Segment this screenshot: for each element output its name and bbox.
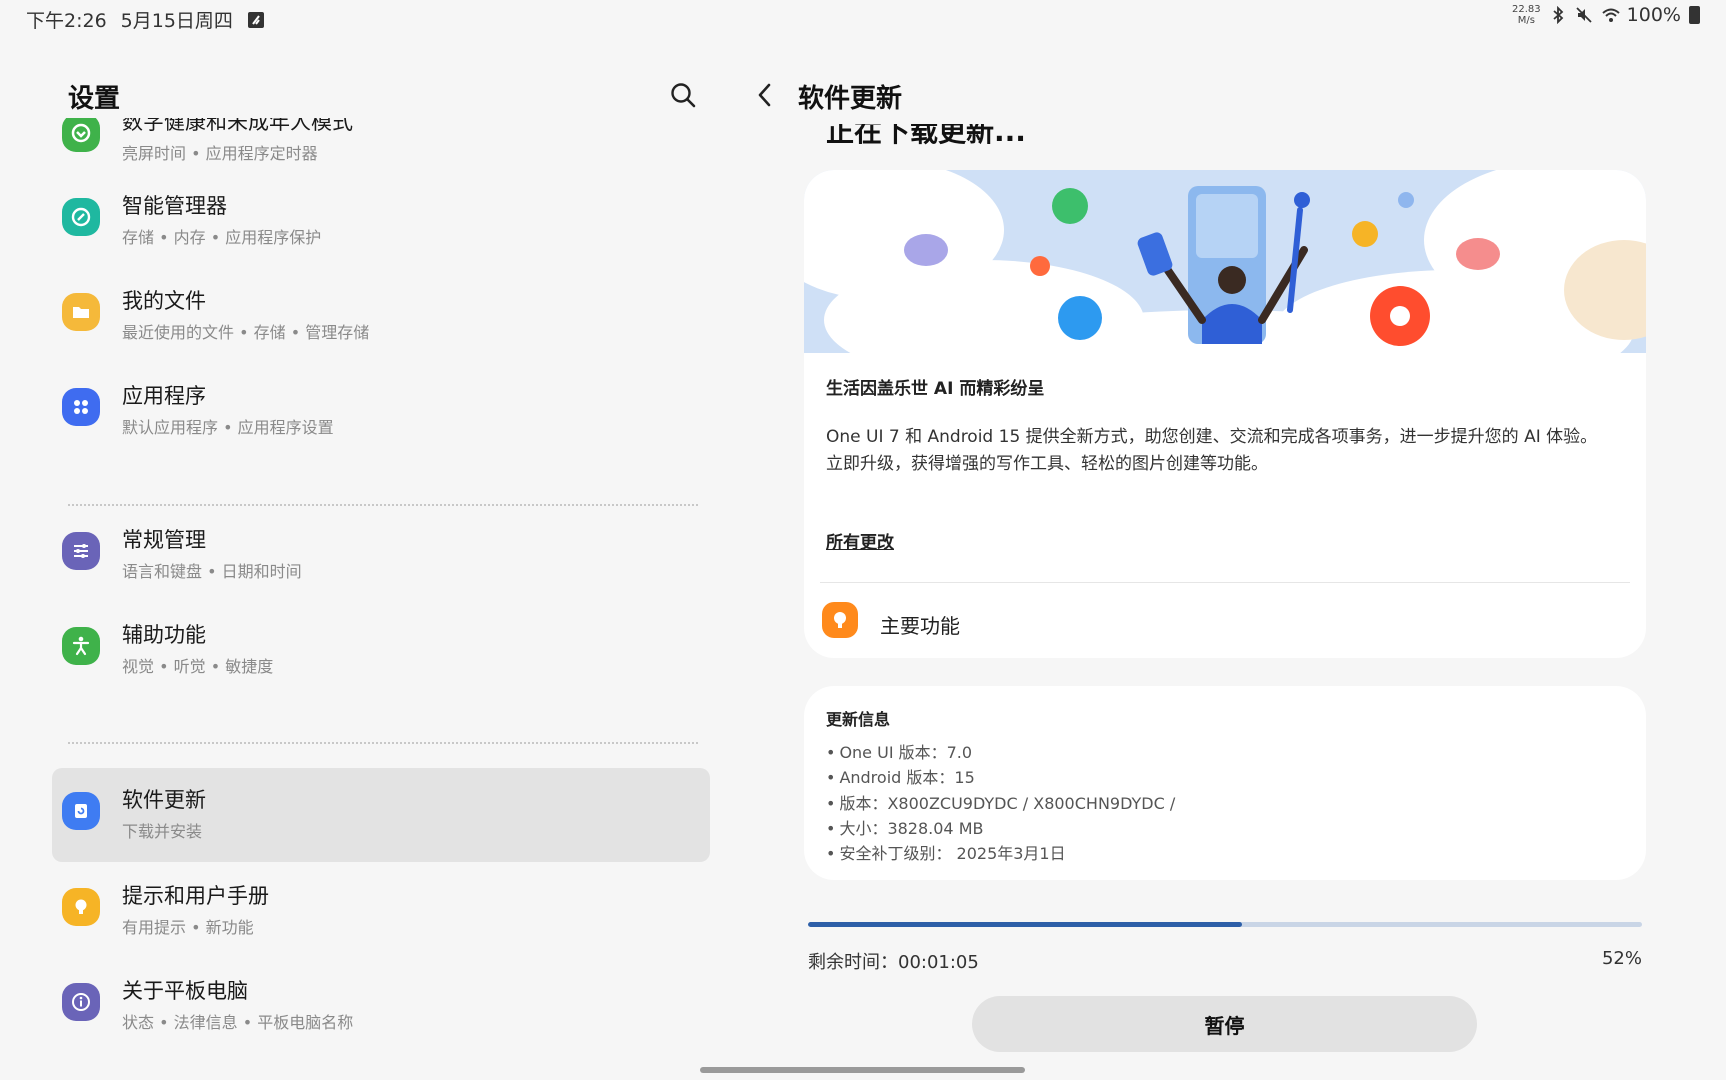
list-item-subtitle: 默认应用程序 • 应用程序设置	[122, 418, 334, 437]
list-item-label: 智能管理器	[122, 194, 227, 218]
battery-percent: 100%	[1626, 4, 1681, 26]
info-icon	[62, 983, 100, 1021]
device-care-icon	[62, 198, 100, 236]
wifi-icon	[1601, 6, 1620, 24]
update-info-title: 更新信息	[826, 710, 891, 729]
nfc-icon	[247, 11, 265, 29]
status-bar: 下午2:26 5月15日周四 22.83 M/s 100%	[0, 0, 1726, 36]
info-item-android-version: Android 版本：15	[826, 765, 1175, 790]
list-item-subtitle: 最近使用的文件 • 存储 • 管理存储	[122, 323, 370, 342]
screen: 下午2:26 5月15日周四 22.83 M/s 100% 设置 数字健康和未成…	[0, 0, 1726, 1080]
list-item-subtitle: 下载并安装	[122, 822, 203, 841]
list-item-software-update[interactable]: 软件更新 下载并安装	[52, 768, 710, 862]
lightbulb-icon	[822, 602, 858, 638]
card-divider	[820, 582, 1630, 583]
navigation-handle[interactable]	[700, 1067, 1025, 1073]
list-item-apps[interactable]: 应用程序 默认应用程序 • 应用程序设置	[52, 364, 710, 456]
list-item-label: 常规管理	[122, 528, 206, 552]
software-update-icon	[62, 792, 100, 830]
bluetooth-icon	[1549, 5, 1567, 25]
download-status-heading: 正在下载更新...	[826, 124, 1026, 148]
accessibility-icon	[62, 627, 100, 665]
list-item-label: 辅助功能	[122, 623, 206, 647]
section-divider	[68, 742, 698, 744]
info-item-size: 大小：3828.04 MB	[826, 816, 1175, 841]
update-info-list: One UI 版本：7.0 Android 版本：15 版本：X800ZCU9D…	[826, 740, 1175, 866]
list-item-subtitle: 视觉 • 听觉 • 敏捷度	[122, 657, 274, 676]
info-item-one-ui-version: One UI 版本：7.0	[826, 740, 1175, 765]
all-changes-link[interactable]: 所有更改	[826, 528, 894, 553]
main-features-item[interactable]: 主要功能	[880, 610, 960, 639]
update-info-card: 更新信息 One UI 版本：7.0 Android 版本：15 版本：X800…	[804, 686, 1646, 880]
section-divider	[68, 504, 698, 506]
network-speed: 22.83 M/s	[1512, 4, 1541, 26]
status-date: 5月15日周四	[120, 10, 233, 32]
info-item-security-patch: 安全补丁级别： 2025年3月1日	[826, 841, 1175, 866]
list-item-subtitle: 存储 • 内存 • 应用程序保护	[122, 228, 322, 247]
list-item-label: 我的文件	[122, 289, 206, 313]
info-item-build-version: 版本：X800ZCU9DYDC / X800CHN9DYDC /	[826, 791, 1175, 816]
pause-button[interactable]: 暂停	[972, 996, 1477, 1052]
update-details-card: 生活因盖乐世 AI 而精彩纷呈 One UI 7 和 Android 15 提供…	[804, 170, 1646, 658]
list-item-about-tablet[interactable]: 关于平板电脑 状态 • 法律信息 • 平板电脑名称	[52, 959, 710, 1051]
page-title: 软件更新	[798, 84, 903, 114]
list-item-digital-wellbeing[interactable]: 数字健康和未成年人模式 亮屏时间 • 应用程序定时器	[52, 118, 710, 176]
download-progress-bar	[808, 922, 1642, 927]
list-item-subtitle: 状态 • 法律信息 • 平板电脑名称	[122, 1013, 354, 1032]
battery-icon	[1689, 6, 1700, 24]
back-icon[interactable]	[752, 80, 778, 110]
progress-percent: 52%	[1601, 948, 1642, 969]
list-item-my-files[interactable]: 我的文件 最近使用的文件 • 存储 • 管理存储	[52, 269, 710, 361]
folder-icon	[62, 293, 100, 331]
download-progress-fill	[808, 922, 1242, 927]
promo-illustration	[804, 170, 1646, 410]
digital-wellbeing-icon	[62, 118, 100, 152]
update-headline: 生活因盖乐世 AI 而精彩纷呈	[826, 379, 1045, 399]
list-item-tips[interactable]: 提示和用户手册 有用提示 • 新功能	[52, 864, 710, 956]
settings-title: 设置	[68, 84, 121, 114]
list-item-subtitle: 亮屏时间 • 应用程序定时器	[122, 144, 318, 163]
list-item-device-care[interactable]: 智能管理器 存储 • 内存 • 应用程序保护	[52, 174, 710, 266]
list-item-label: 软件更新	[122, 788, 206, 812]
list-item-label: 关于平板电脑	[122, 979, 248, 1003]
search-icon[interactable]	[668, 80, 698, 110]
list-item-label: 应用程序	[122, 384, 206, 408]
list-item-subtitle: 有用提示 • 新功能	[122, 918, 254, 937]
status-time: 下午2:26	[26, 10, 107, 32]
list-item-accessibility[interactable]: 辅助功能 视觉 • 听觉 • 敏捷度	[52, 603, 710, 695]
list-item-label: 数字健康和未成年人模式	[122, 118, 353, 134]
list-item-subtitle: 语言和键盘 • 日期和时间	[122, 562, 302, 581]
apps-icon	[62, 388, 100, 426]
sliders-icon	[62, 532, 100, 570]
remaining-time: 剩余时间：00:01:05	[808, 952, 979, 973]
mute-icon	[1575, 6, 1593, 24]
list-item-label: 提示和用户手册	[122, 884, 269, 908]
list-item-general-management[interactable]: 常规管理 语言和键盘 • 日期和时间	[52, 508, 710, 600]
lightbulb-icon	[62, 888, 100, 926]
update-description: One UI 7 和 Android 15 提供全新方式，助您创建、交流和完成各…	[826, 427, 1598, 474]
